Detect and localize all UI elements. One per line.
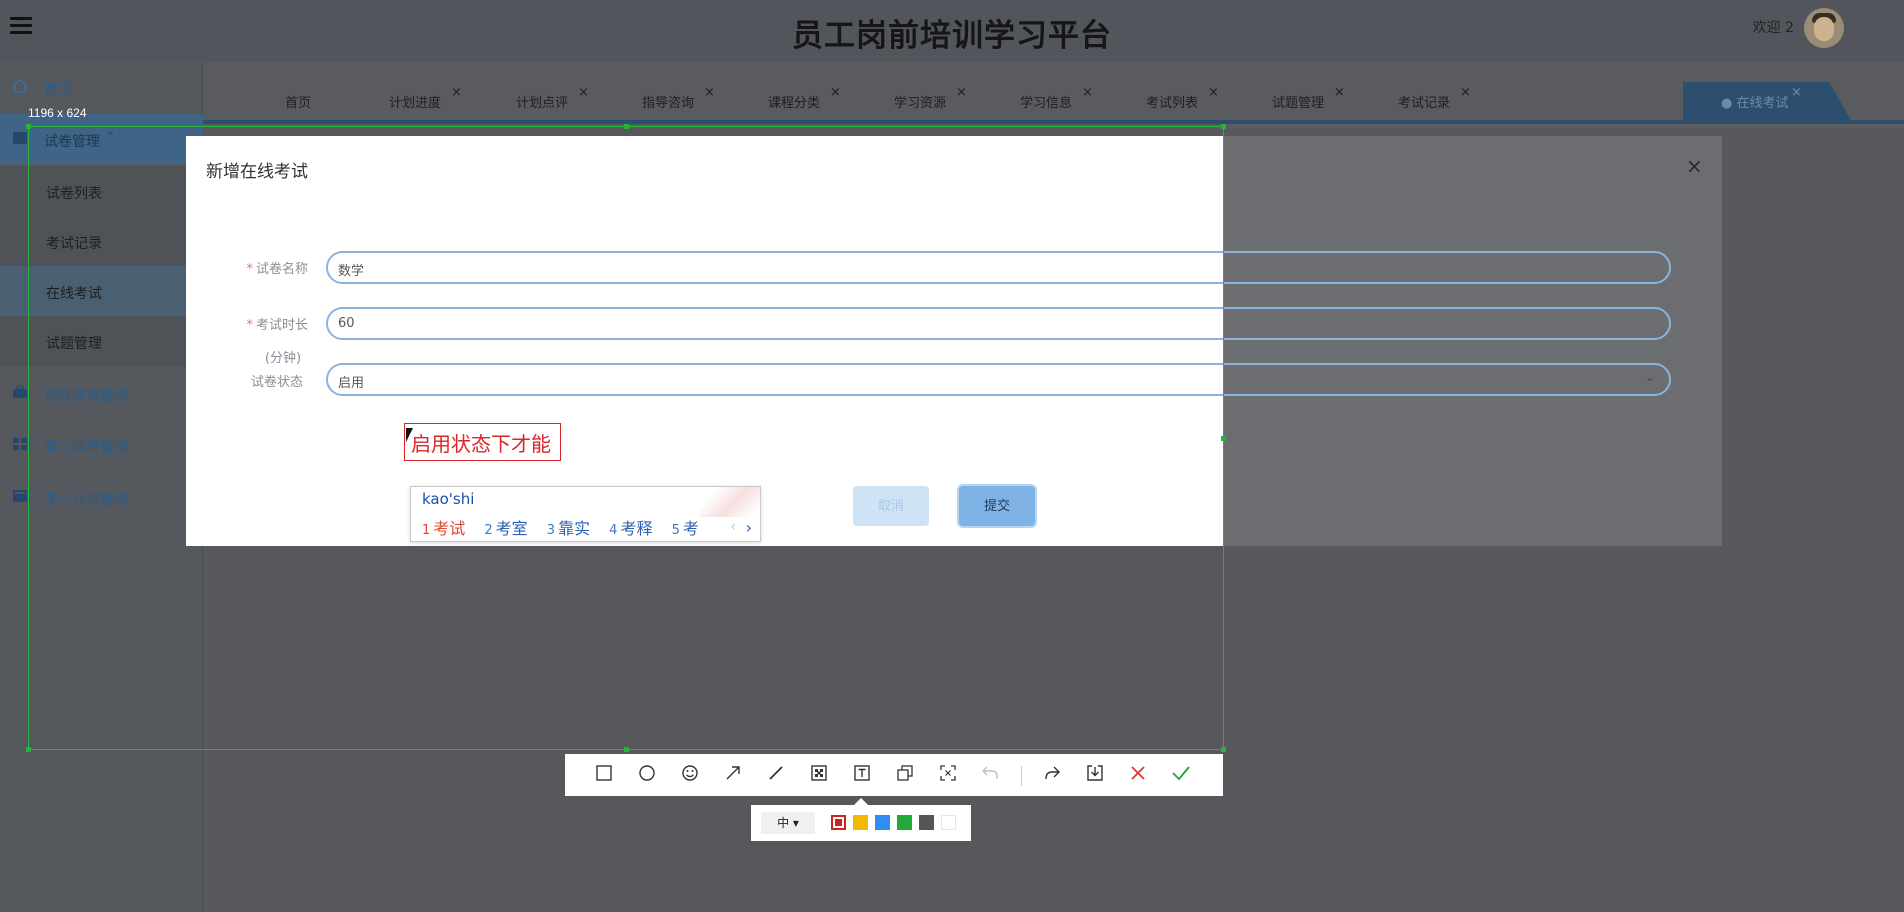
tab-guidance[interactable]: 指导咨询 × [642,85,715,111]
cancel-capture-icon[interactable] [1127,764,1149,786]
capture-size-label: 1196 x 624 [28,106,87,120]
ellipse-tool-icon[interactable] [636,764,658,786]
save-download-icon[interactable] [1084,764,1106,786]
close-icon[interactable]: × [1686,154,1703,178]
confirm-capture-icon[interactable] [1170,764,1192,786]
resize-handle[interactable] [1221,747,1226,752]
tab-learning-resources[interactable]: 学习资源 × [894,85,967,111]
avatar[interactable] [1804,8,1844,48]
tab-learning-info[interactable]: 学习信息 × [1020,85,1093,111]
close-icon[interactable]: × [704,85,715,100]
color-swatch-blue[interactable] [875,815,890,830]
tab-label: 课程分类 [768,96,821,111]
briefcase-icon [13,385,27,398]
tab-exam-records[interactable]: 考试记录 × [1398,85,1471,111]
tab-question-management[interactable]: 试题管理 × [1272,85,1345,111]
tab-bar: 首页 计划进度 × 计划点评 × 指导咨询 × 课程分类 × 学习资源 × 学习信息 × 考… [203,62,1904,124]
share-icon[interactable] [1041,764,1063,786]
ocr-tool-icon[interactable] [937,764,959,786]
tab-label: 学习信息 [1020,96,1073,111]
tab-label: ● 在线考试 [1721,96,1789,111]
color-swatch-gray[interactable] [919,815,934,830]
paper-icon [13,132,27,144]
color-swatch-green[interactable] [897,815,912,830]
mosaic-tool-icon[interactable] [808,764,830,786]
resize-handle[interactable] [26,747,31,752]
undo-icon[interactable] [979,764,1001,786]
rectangle-tool-icon[interactable] [593,764,615,786]
tab-plan-progress[interactable]: 计划进度 × [389,85,462,111]
welcome-text: 欢迎 2 [1752,20,1794,36]
text-tool-icon[interactable] [851,764,873,786]
capture-selection-box[interactable] [26,124,1226,752]
tab-home[interactable]: 首页 [285,92,311,111]
resize-handle[interactable] [26,124,31,129]
arrow-tool-icon[interactable] [722,764,744,786]
sidebar-item-label: 首页 [44,82,72,98]
tab-online-exam[interactable]: ● 在线考试 × [1683,82,1853,124]
toolbar-separator [1021,766,1022,786]
close-icon[interactable]: × [1082,85,1093,100]
home-icon [12,79,28,93]
emoji-tool-icon[interactable] [679,764,701,786]
tab-plan-review[interactable]: 计划点评 × [516,85,589,111]
pen-tool-icon[interactable] [765,764,787,786]
color-swatch-yellow[interactable] [853,815,868,830]
text-options-bar: 中 ▾ [751,798,971,841]
color-swatch-white[interactable] [941,815,956,830]
tab-label: 计划进度 [389,96,442,111]
chevron-down-icon: ⌄ [80,78,90,91]
tab-exam-list[interactable]: 考试列表 × [1146,85,1219,111]
close-icon[interactable]: × [451,85,462,100]
tab-label: 学习资源 [894,96,947,111]
sidebar-item-home[interactable]: 首页 ⌄ [0,62,203,112]
close-icon[interactable]: × [1334,85,1345,100]
resize-handle[interactable] [1221,436,1226,441]
resize-handle[interactable] [624,124,629,129]
close-icon[interactable]: × [1791,85,1802,100]
close-icon[interactable]: × [1208,85,1219,100]
tab-label: 试题管理 [1272,96,1325,111]
tab-course-category[interactable]: 课程分类 × [768,85,841,111]
close-icon[interactable]: × [578,85,589,100]
tab-label: 指导咨询 [642,96,695,111]
font-size-select[interactable]: 中 ▾ [761,812,815,834]
top-bar: 员工岗前培训学习平台 欢迎 2 [0,0,1904,62]
color-swatch-red[interactable] [831,815,846,830]
book-icon [13,490,27,502]
tab-label: 首页 [285,96,312,111]
close-icon[interactable]: × [956,85,967,100]
grid-icon [13,438,27,450]
tab-label: 考试列表 [1146,96,1199,111]
pin-tool-icon[interactable] [894,764,916,786]
tab-label: 考试记录 [1398,96,1451,111]
app-title: 员工岗前培训学习平台 [792,18,1112,54]
capture-toolbar [565,754,1223,796]
resize-handle[interactable] [1221,124,1226,129]
close-icon[interactable]: × [830,85,841,100]
tab-label: 计划点评 [516,96,569,111]
chevron-down-icon: ⌄ [1644,370,1655,384]
resize-handle[interactable] [624,747,629,752]
close-icon[interactable]: × [1460,85,1471,100]
